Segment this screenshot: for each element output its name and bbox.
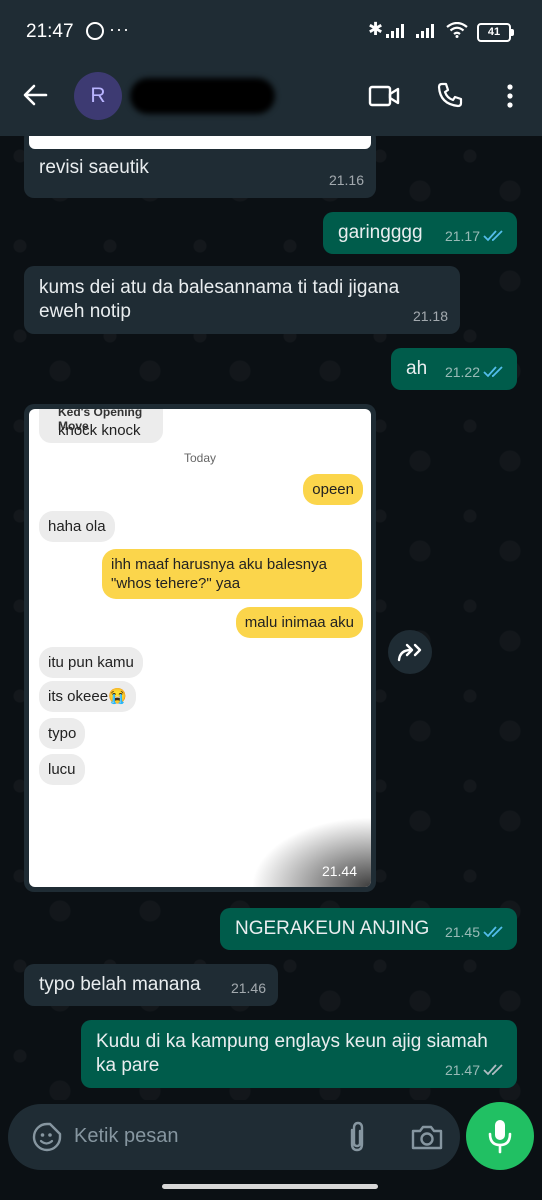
image-bubble: itu pun kamu [39, 647, 143, 678]
message-time: 21.45 [444, 924, 480, 940]
image-message[interactable]: Ked's Opening Move knock knock Today ope… [24, 404, 376, 892]
message-text: garingggg [338, 222, 423, 243]
camera-icon[interactable] [410, 1123, 444, 1151]
message-time: 21.18 [412, 308, 448, 324]
bluetooth-icon: ✱ [368, 19, 384, 39]
emoji-sticker-icon[interactable] [32, 1122, 62, 1152]
message-incoming[interactable]: typo belah manana 21.46 [24, 964, 278, 1006]
signal-icon [416, 24, 438, 38]
message-outgoing[interactable]: ah 21.22 [391, 348, 517, 390]
microphone-icon [488, 1120, 512, 1154]
chat-header: R [0, 64, 542, 136]
signal-icon [386, 24, 408, 38]
message-meta: 21.17 [445, 224, 505, 248]
image-bubble: lucu [39, 754, 85, 785]
battery-icon: 41 [477, 23, 514, 42]
image-day-label: Today [183, 451, 217, 465]
message-text: kums dei atu da balesannama ti tadi jiga… [39, 277, 400, 322]
home-indicator[interactable] [162, 1184, 378, 1189]
image-bubble: its okeee😭 [39, 681, 136, 712]
contact-name-redacted[interactable] [130, 78, 275, 114]
message-outgoing[interactable]: Kudu di ka kampung englays keun ajig sia… [81, 1020, 517, 1088]
delivered-ticks-icon [483, 1064, 503, 1076]
status-time: 21:47 [26, 21, 74, 42]
message-time: 21.44 [321, 863, 357, 879]
image-bubble: malu inimaa aku [235, 607, 363, 638]
attach-icon[interactable] [344, 1120, 370, 1154]
message-time: 21.47 [444, 1062, 480, 1078]
message-text: NGERAKEUN ANJING [235, 918, 430, 939]
chat-area[interactable]: revisi saeutik 21.16 garingggg 21.17 kum… [0, 136, 542, 1100]
more-notifications-icon: ··· [109, 19, 130, 39]
image-remnant [29, 136, 371, 149]
status-bar: 21:47 ··· ✱ 41 [0, 0, 542, 64]
message-incoming[interactable]: kums dei atu da balesannama ti tadi jiga… [24, 266, 460, 334]
voice-call-icon[interactable] [436, 81, 464, 109]
whatsapp-notification-icon [86, 22, 104, 40]
message-time: 21.46 [230, 980, 266, 996]
more-options-icon[interactable] [500, 82, 520, 110]
image-bubble: Ked's Opening Move knock knock [39, 409, 163, 443]
message-text: typo belah manana [39, 974, 201, 995]
message-time: 21.22 [444, 364, 480, 380]
image-bubble: opeen [303, 474, 363, 505]
message-outgoing[interactable]: NGERAKEUN ANJING 21.45 [220, 908, 517, 950]
read-ticks-icon [483, 230, 503, 242]
wifi-icon [446, 22, 468, 38]
message-meta: 21.45 [445, 920, 505, 944]
message-text: revisi saeutik [39, 157, 149, 178]
message-time: 21.16 [328, 172, 364, 188]
image-bubble: haha ola [39, 511, 115, 542]
message-input[interactable]: Ketik pesan [74, 1125, 179, 1148]
message-meta: 21.22 [445, 360, 505, 384]
image-bubble: ihh maaf harusnya aku balesnya "whos teh… [102, 549, 362, 599]
forward-icon [397, 643, 422, 662]
voice-message-button[interactable] [466, 1102, 534, 1170]
video-call-icon[interactable] [368, 84, 400, 108]
back-arrow-icon[interactable] [22, 82, 48, 108]
image-text: knock knock [58, 422, 141, 439]
message-text: Kudu di ka kampung englays keun ajig sia… [96, 1031, 488, 1076]
avatar[interactable]: R [74, 72, 122, 120]
image-bubble: typo [39, 718, 86, 749]
message-outgoing[interactable]: garingggg 21.17 [323, 212, 517, 254]
forward-button[interactable] [388, 630, 432, 674]
message-text: ah [406, 358, 428, 379]
message-incoming[interactable]: revisi saeutik 21.16 [24, 136, 376, 198]
screenshot-image[interactable]: Ked's Opening Move knock knock Today ope… [29, 409, 371, 887]
message-input-bar[interactable]: Ketik pesan [8, 1104, 460, 1170]
read-ticks-icon [483, 366, 503, 378]
message-meta: 21.47 [445, 1058, 505, 1082]
read-ticks-icon [483, 926, 503, 938]
message-time: 21.17 [444, 228, 480, 244]
